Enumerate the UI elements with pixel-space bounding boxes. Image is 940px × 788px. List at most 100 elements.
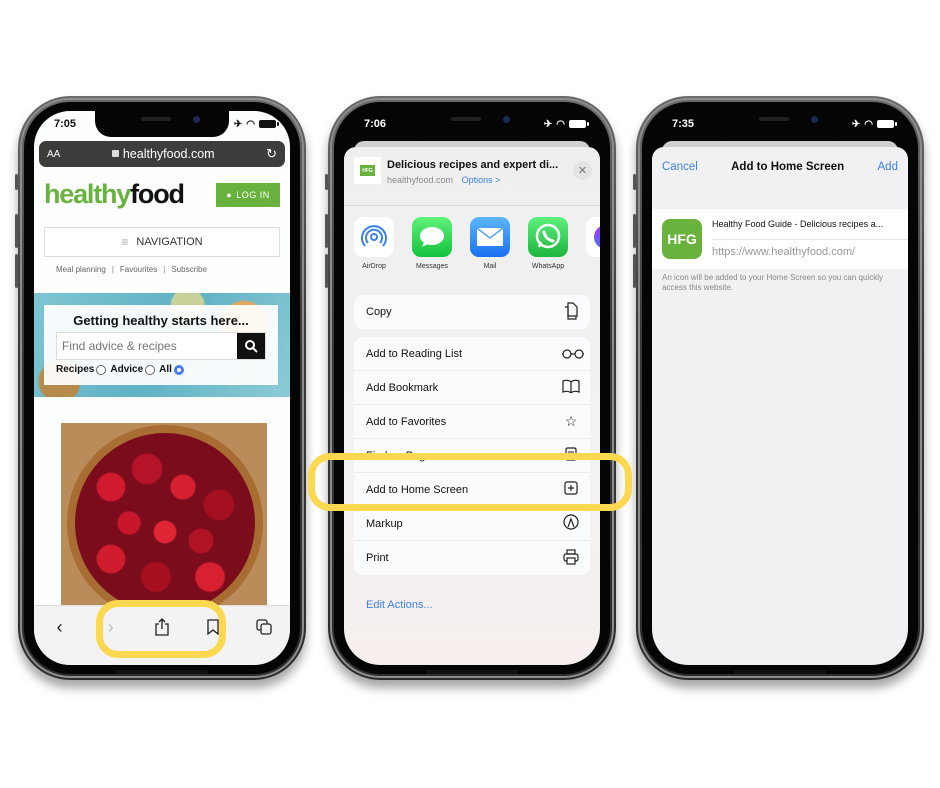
address-field[interactable]: healthyfood.com [60,147,266,161]
messages-icon [412,217,452,257]
volume-down-button [15,254,18,288]
home-indicator [426,670,518,674]
airplane-icon: ✈ [543,118,553,130]
cranberries-image[interactable] [61,423,267,613]
share-title: Delicious recipes and expert di... [387,159,559,171]
screen: 7:06 ✈ ◠ HFG Delicious recipes and exper… [344,111,600,665]
share-icon[interactable] [151,616,173,638]
screen: 7:35 ✈ ◠ Cancel Add to Home Screen Add H… [652,111,908,665]
hero-search [56,332,266,360]
phone-safari: 7:05 ✈ ◠ AA healthyfood.com ↻ healthyfoo… [15,96,306,680]
share-sheet-header: HFG Delicious recipes and expert di... h… [354,155,592,199]
nav-bar: Cancel Add to Home Screen Add [662,161,898,173]
markup-icon [562,514,580,533]
actions-group-main: Add to Reading List Add Bookmark Add to … [354,337,590,575]
action-print[interactable]: Print [354,541,590,575]
add-square-icon [562,481,580,498]
screen: 7:05 ✈ ◠ AA healthyfood.com ↻ healthyfoo… [34,111,290,665]
divider [344,205,600,206]
volume-down-button [325,254,328,288]
notch [713,111,847,137]
site-thumbnail: HFG [354,157,381,184]
login-button[interactable]: ● LOG IN [216,183,280,207]
share-apps-row: AirDrop Messages Mail WhatsApp [354,217,600,270]
app-airdrop[interactable]: AirDrop [354,217,394,270]
options-link[interactable]: Options > [462,175,501,185]
sheet-title: Add to Home Screen [731,161,845,173]
messenger-icon [586,217,600,257]
url-bar[interactable]: AA healthyfood.com ↻ [39,141,285,167]
app-whatsapp[interactable]: WhatsApp [528,217,568,270]
action-add-to-favorites[interactable]: Add to Favorites ☆ [354,405,590,439]
search-button[interactable] [237,333,265,359]
search-input[interactable] [57,333,237,359]
radio-all[interactable] [173,364,184,375]
volume-up-button [633,214,636,248]
volume-up-button [15,214,18,248]
search-filter: Recipes Advice All [56,364,186,375]
action-copy[interactable]: Copy [354,295,590,329]
site-header: healthyfood ● LOG IN [44,179,280,209]
radio-advice[interactable] [145,364,156,375]
home-indicator [116,670,208,674]
action-add-to-reading-list[interactable]: Add to Reading List [354,337,590,371]
volume-down-button [633,254,636,288]
app-mail[interactable]: Mail [470,217,510,270]
status-time: 7:06 [364,118,387,130]
healthyfood-logo[interactable]: healthyfood [44,179,185,209]
close-button[interactable]: ✕ [573,161,592,180]
battery-icon [569,120,589,128]
status-time: 7:05 [54,118,77,130]
wifi-icon: ◠ [246,118,255,130]
home-indicator [734,670,826,674]
safari-toolbar: ‹ › [34,605,290,665]
bookmark-card: HFG Healthy Food Guide - Delicious recip… [652,209,908,269]
tabs-icon[interactable] [253,616,275,638]
text-size-button[interactable]: AA [47,149,60,160]
name-field[interactable]: Healthy Food Guide - Delicious recipes a… [712,219,904,229]
app-messenger[interactable]: Me [586,217,600,270]
mute-switch [325,174,328,190]
link-meal-planning[interactable]: Meal planning [56,265,106,274]
radio-label-all: All [159,364,172,375]
airplane-icon: ✈ [233,118,243,130]
action-add-to-home-screen[interactable]: Add to Home Screen [354,473,590,507]
phone-add-to-home-screen: 7:35 ✈ ◠ Cancel Add to Home Screen Add H… [633,96,924,680]
url-field: https://www.healthyfood.com/ [712,246,856,258]
radio-label-recipes: Recipes [56,364,95,375]
radio-recipes[interactable] [96,364,107,375]
mail-icon [470,217,510,257]
airdrop-icon [354,217,394,257]
mute-switch [633,174,636,190]
app-messages[interactable]: Messages [412,217,452,270]
notch [405,111,539,137]
lock-icon [111,150,119,157]
close-icon: ✕ [577,165,588,177]
notch [95,111,229,137]
whatsapp-icon [528,217,568,257]
share-domain: healthyfood.com [387,175,454,185]
share-sheet: HFG Delicious recipes and expert di... h… [344,147,600,665]
forward-icon[interactable]: › [100,616,122,638]
mute-switch [15,174,18,190]
sub-links: Meal planning | Favourites | Subscribe [56,265,207,274]
navigation-menu-button[interactable]: ≡ NAVIGATION [44,227,280,257]
edit-actions-link[interactable]: Edit Actions... [366,599,433,611]
hero-search-card: Getting healthy starts here... Recipes A… [44,305,278,385]
glasses-icon [562,346,584,362]
reload-icon[interactable]: ↻ [266,146,277,162]
link-subscribe[interactable]: Subscribe [171,265,207,274]
back-icon[interactable]: ‹ [49,616,71,638]
action-add-bookmark[interactable]: Add Bookmark [354,371,590,405]
link-favourites[interactable]: Favourites [120,265,157,274]
cancel-button[interactable]: Cancel [662,161,698,173]
status-time: 7:35 [672,118,695,130]
action-markup[interactable]: Markup [354,507,590,541]
search-icon [245,340,258,353]
copy-icon [562,301,580,323]
bookmarks-icon[interactable] [202,616,224,638]
add-to-home-sheet: Cancel Add to Home Screen Add HFG Health… [652,147,908,665]
wifi-icon: ◠ [556,118,565,130]
add-button[interactable]: Add [878,161,898,173]
action-find-on-page[interactable]: Find on Page [354,439,590,473]
